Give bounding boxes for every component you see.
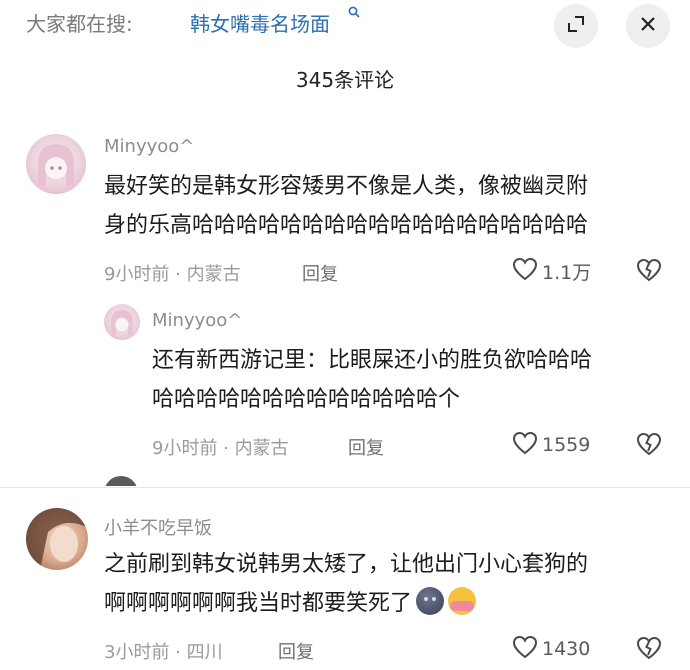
comment-text-line: 啊啊啊啊啊啊我当时都要笑死了 bbox=[104, 587, 477, 620]
divider bbox=[0, 487, 690, 488]
heart-outline-icon bbox=[512, 257, 538, 285]
avatar[interactable] bbox=[104, 304, 140, 340]
reply-button[interactable]: 回复 bbox=[278, 638, 314, 664]
comment-text-line: 还有新西游记里：比眼屎还小的胜负欲哈哈哈 bbox=[152, 348, 593, 373]
search-header: 大家都在搜: 韩女嘴毒名场面 bbox=[0, 0, 690, 48]
like-button[interactable]: 1.1万 bbox=[512, 257, 591, 285]
comment-text-line: 最好笑的是韩女形容矮男不像是人类，像被幽灵附 bbox=[104, 174, 589, 199]
like-count: 1.1万 bbox=[542, 261, 592, 284]
comment-meta: 9小时前 · 内蒙古 bbox=[104, 264, 241, 285]
broken-heart-icon[interactable] bbox=[636, 432, 662, 460]
like-button[interactable]: 1430 bbox=[512, 635, 590, 663]
partial-avatar bbox=[104, 476, 138, 486]
search-icon[interactable] bbox=[348, 6, 360, 22]
hug-emoji-icon bbox=[448, 587, 477, 615]
comment-meta: 9小时前 · 内蒙古 bbox=[152, 438, 289, 459]
comment-text: 啊啊啊啊啊啊我当时都要笑死了 bbox=[104, 591, 413, 616]
expand-icon bbox=[566, 14, 586, 38]
reply-button[interactable]: 回复 bbox=[302, 260, 338, 286]
search-prefix: 大家都在搜: bbox=[26, 12, 133, 36]
comment-text-line: 之前刷到韩女说韩男太矮了，让他出门小心套狗的 bbox=[104, 552, 589, 577]
reply-button[interactable]: 回复 bbox=[348, 434, 384, 460]
like-button[interactable]: 1559 bbox=[512, 431, 590, 459]
search-suggestion-link[interactable]: 韩女嘴毒名场面 bbox=[190, 8, 330, 37]
username[interactable]: Minyyoo^ bbox=[104, 136, 194, 157]
comment-meta: 3小时前 · 四川 bbox=[104, 642, 223, 663]
expand-button[interactable] bbox=[554, 4, 598, 48]
avatar[interactable] bbox=[26, 134, 86, 194]
username[interactable]: 小羊不吃早饭 bbox=[104, 514, 212, 540]
like-count: 1559 bbox=[542, 434, 591, 456]
close-button[interactable] bbox=[626, 4, 670, 48]
username[interactable]: Minyyoo^ bbox=[152, 310, 242, 331]
avatar[interactable] bbox=[26, 508, 88, 570]
comment-text-line: 身的乐高哈哈哈哈哈哈哈哈哈哈哈哈哈哈哈哈哈哈 bbox=[104, 213, 589, 238]
like-count: 1430 bbox=[542, 638, 591, 660]
broken-heart-icon[interactable] bbox=[636, 636, 662, 664]
heart-outline-icon bbox=[512, 431, 538, 459]
close-icon bbox=[638, 14, 658, 38]
broken-heart-icon[interactable] bbox=[636, 258, 662, 286]
heart-outline-icon bbox=[512, 635, 538, 663]
comment-count-title: 345条评论 bbox=[295, 68, 395, 92]
moon-face-emoji-icon bbox=[416, 587, 445, 615]
comment-text-line: 哈哈哈哈哈哈哈哈哈哈哈哈哈个 bbox=[152, 387, 461, 412]
